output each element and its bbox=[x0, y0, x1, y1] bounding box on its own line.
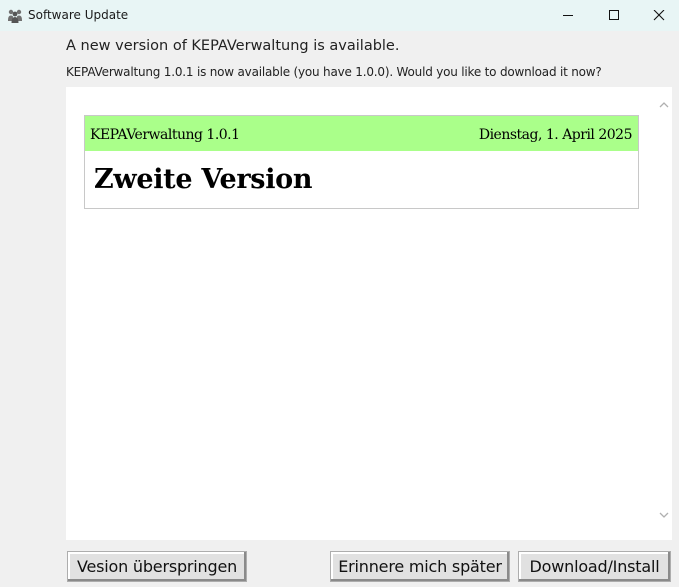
close-button[interactable] bbox=[636, 0, 679, 31]
maximize-button[interactable] bbox=[591, 0, 637, 31]
maximize-icon bbox=[609, 10, 619, 20]
chevron-up-icon[interactable] bbox=[659, 101, 669, 109]
download-install-button[interactable]: Download/Install bbox=[518, 551, 671, 582]
users-app-icon bbox=[8, 9, 22, 23]
update-headline: A new version of KEPAVerwaltung is avail… bbox=[66, 38, 400, 54]
title-bar: Software Update bbox=[0, 0, 679, 31]
close-icon bbox=[653, 10, 665, 21]
window-title: Software Update bbox=[28, 8, 129, 22]
update-subline: KEPAVerwaltung 1.0.1 is now available (y… bbox=[66, 65, 602, 79]
remind-later-button[interactable]: Erinnere mich später bbox=[330, 551, 510, 582]
release-entry: KEPAVerwaltung 1.0.1 Dienstag, 1. April … bbox=[84, 115, 639, 209]
chevron-down-icon[interactable] bbox=[659, 511, 669, 519]
skip-version-button[interactable]: Vesion überspringen bbox=[67, 551, 247, 582]
release-notes-scrollbar[interactable] bbox=[656, 87, 672, 540]
release-heading: Zweite Version bbox=[94, 164, 313, 195]
minimize-icon bbox=[563, 15, 573, 16]
release-version-name: KEPAVerwaltung 1.0.1 bbox=[90, 127, 240, 143]
release-header-bar: KEPAVerwaltung 1.0.1 Dienstag, 1. April … bbox=[85, 116, 638, 151]
release-date: Dienstag, 1. April 2025 bbox=[478, 127, 633, 143]
minimize-button[interactable] bbox=[545, 0, 591, 31]
